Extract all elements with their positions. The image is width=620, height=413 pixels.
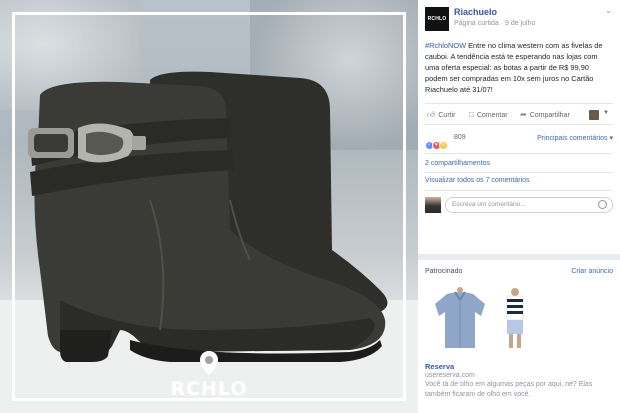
top-comments-label: Principais comentários [537, 135, 608, 142]
wow-reaction-icon: o [439, 141, 448, 150]
top-comments-dropdown[interactable]: Principais comentários ▾ [537, 134, 613, 142]
share-button[interactable]: ➦ Compartilhar [520, 110, 570, 119]
share-label: Compartilhar [529, 112, 570, 119]
viewer-avatar[interactable] [589, 110, 599, 120]
reaction-icons[interactable]: ✓ ♥ o [425, 133, 448, 151]
shares-link[interactable]: 2 compartilhamentos [425, 154, 613, 170]
reactions-row: ✓ ♥ o 809 Principais comentários ▾ [425, 129, 613, 151]
action-bar: 👍︎ Curtir □ Comentar ➦ Compartilhar ▼ [425, 103, 613, 125]
sponsored-ad: Patrocinado Criar anúncio Reserva useres… [418, 254, 620, 413]
page-avatar[interactable]: RCHLO [425, 7, 449, 31]
sponsored-label: Patrocinado [425, 268, 463, 275]
ad-images [425, 286, 613, 352]
meta-separator: · [500, 20, 504, 27]
ad-title-link[interactable]: Reserva [425, 362, 613, 371]
ad-image-outfit[interactable] [501, 286, 567, 352]
post-meta: Página curtida · 9 de julho [454, 20, 535, 27]
post-header: RCHLO Riachuelo Página curtida · 9 de ju… [418, 0, 620, 34]
caret-down-icon[interactable]: ▼ [603, 110, 609, 116]
emoji-icon[interactable] [598, 200, 607, 209]
post-date-link[interactable]: 9 de julho [505, 20, 535, 27]
comment-button[interactable]: □ Comentar [469, 110, 508, 119]
photo-frame [12, 12, 406, 401]
ad-description: Você tá de olho em algumas peças por aqu… [425, 381, 593, 398]
ad-url[interactable]: usereserva.com [425, 372, 613, 379]
chevron-down-icon[interactable]: ⌄ [605, 6, 612, 15]
like-label: Curtir [438, 112, 456, 119]
location-pin-icon [200, 351, 218, 375]
comment-placeholder: Escreva um comentário... [452, 201, 526, 208]
post-meta-type: Página curtida [454, 20, 499, 27]
comment-input[interactable]: Escreva um comentário... [445, 197, 613, 213]
comment-icon: □ [469, 110, 474, 119]
page-name-link[interactable]: Riachuelo [454, 7, 497, 17]
post-photo[interactable]: RCHLO [0, 0, 418, 413]
comment-label: Comentar [476, 112, 508, 119]
post-stats: 2 compartilhamentos Visualizar todos os … [425, 153, 613, 186]
like-button[interactable]: 👍︎ Curtir [427, 110, 456, 120]
post-side-panel: RCHLO Riachuelo Página curtida · 9 de ju… [418, 0, 620, 413]
comment-composer: Escreva um comentário... [425, 190, 613, 213]
view-comments-link[interactable]: Visualizar todos os 7 comentários [425, 172, 613, 186]
ad-header: Patrocinado Criar anúncio [425, 260, 613, 282]
create-ad-link[interactable]: Criar anúncio [571, 268, 613, 275]
post-text: #RchloNOW Entre no clima western com as … [418, 34, 620, 94]
ad-image-shirt[interactable] [427, 286, 493, 352]
brand-logo: RCHLO [150, 350, 268, 410]
user-avatar[interactable] [425, 197, 441, 213]
share-icon: ➦ [520, 110, 527, 119]
brand-logo-text: RCHLO [170, 378, 248, 400]
reaction-count[interactable]: 809 [454, 134, 466, 141]
thumbs-up-icon: 👍︎ [427, 110, 436, 119]
hashtag-link[interactable]: #RchloNOW [425, 41, 466, 50]
